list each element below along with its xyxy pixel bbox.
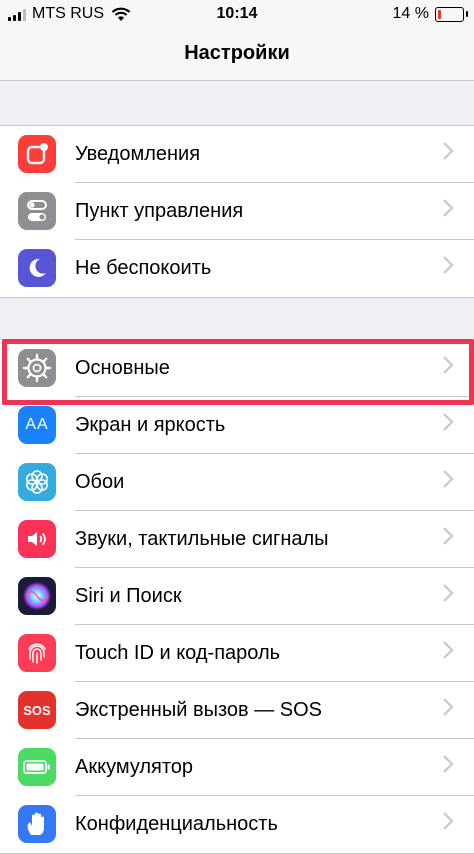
settings-row-sounds[interactable]: Звуки, тактильные сигналы	[0, 511, 474, 568]
battery-percent: 14 %	[392, 5, 429, 22]
settings-row-notifications[interactable]: Уведомления	[0, 126, 474, 183]
row-label: Звуки, тактильные сигналы	[75, 528, 329, 550]
icon-glyph: AA	[25, 416, 49, 433]
row-label: Не беспокоить	[75, 257, 212, 279]
notifications-icon	[18, 135, 56, 173]
settings-row-control-center[interactable]: Пункт управления	[0, 183, 474, 240]
chevron-right-icon	[443, 527, 454, 545]
settings-row-wallpaper[interactable]: Обои	[0, 454, 474, 511]
battery-fill	[438, 9, 442, 19]
chevron-right-icon	[443, 356, 454, 374]
row-label: Экран и яркость	[75, 414, 226, 436]
chevron-right-icon	[443, 470, 454, 488]
row-label: Обои	[75, 471, 125, 493]
display-brightness-icon: AA	[18, 406, 56, 444]
settings-row-battery[interactable]: Аккумулятор	[0, 739, 474, 796]
moon-icon	[18, 249, 56, 287]
siri-icon	[18, 577, 56, 615]
settings-row-emergency-sos[interactable]: SOS Экстренный вызов — SOS	[0, 682, 474, 739]
chevron-right-icon	[443, 413, 454, 431]
sos-icon: SOS	[18, 691, 56, 729]
row-label: Уведомления	[75, 143, 201, 165]
speaker-icon	[18, 520, 56, 558]
page-title: Настройки	[184, 42, 290, 64]
status-right: 14 %	[392, 5, 468, 23]
icon-glyph: SOS	[23, 702, 51, 718]
navigation-bar: Настройки	[0, 30, 474, 81]
settings-group-1: Уведомления Пункт управления Не беспокои…	[0, 125, 474, 298]
chevron-right-icon	[443, 698, 454, 716]
row-label: Экстренный вызов — SOS	[75, 699, 322, 721]
row-label: Основные	[75, 357, 170, 379]
settings-row-siri-search[interactable]: Siri и Поиск	[0, 568, 474, 625]
gear-icon	[18, 349, 56, 387]
chevron-right-icon	[443, 812, 454, 830]
chevron-right-icon	[443, 755, 454, 773]
chevron-right-icon	[443, 199, 454, 217]
wallpaper-flower-icon	[18, 463, 56, 501]
hand-icon	[18, 805, 56, 843]
row-label: Конфиденциальность	[75, 813, 278, 835]
chevron-right-icon	[443, 256, 454, 274]
chevron-right-icon	[443, 641, 454, 659]
chevron-right-icon	[443, 142, 454, 160]
battery-status-icon	[435, 6, 468, 22]
settings-group-2: Основные AA Экран и яркость Обои Звуки, …	[0, 339, 474, 854]
battery-icon	[18, 748, 56, 786]
settings-row-privacy[interactable]: Конфиденциальность	[0, 796, 474, 853]
row-label: Siri и Поиск	[75, 585, 182, 607]
settings-row-general[interactable]: Основные	[0, 340, 474, 397]
control-center-icon	[18, 192, 56, 230]
status-bar: MTS RUS 10:14 14 %	[0, 0, 474, 30]
settings-row-do-not-disturb[interactable]: Не беспокоить	[0, 240, 474, 297]
row-label: Пункт управления	[75, 200, 244, 222]
settings-row-touch-id[interactable]: Touch ID и код-пароль	[0, 625, 474, 682]
chevron-right-icon	[443, 584, 454, 602]
fingerprint-icon	[18, 634, 56, 672]
row-label: Touch ID и код-пароль	[75, 642, 281, 664]
row-label: Аккумулятор	[75, 756, 194, 778]
settings-row-display-brightness[interactable]: AA Экран и яркость	[0, 397, 474, 454]
